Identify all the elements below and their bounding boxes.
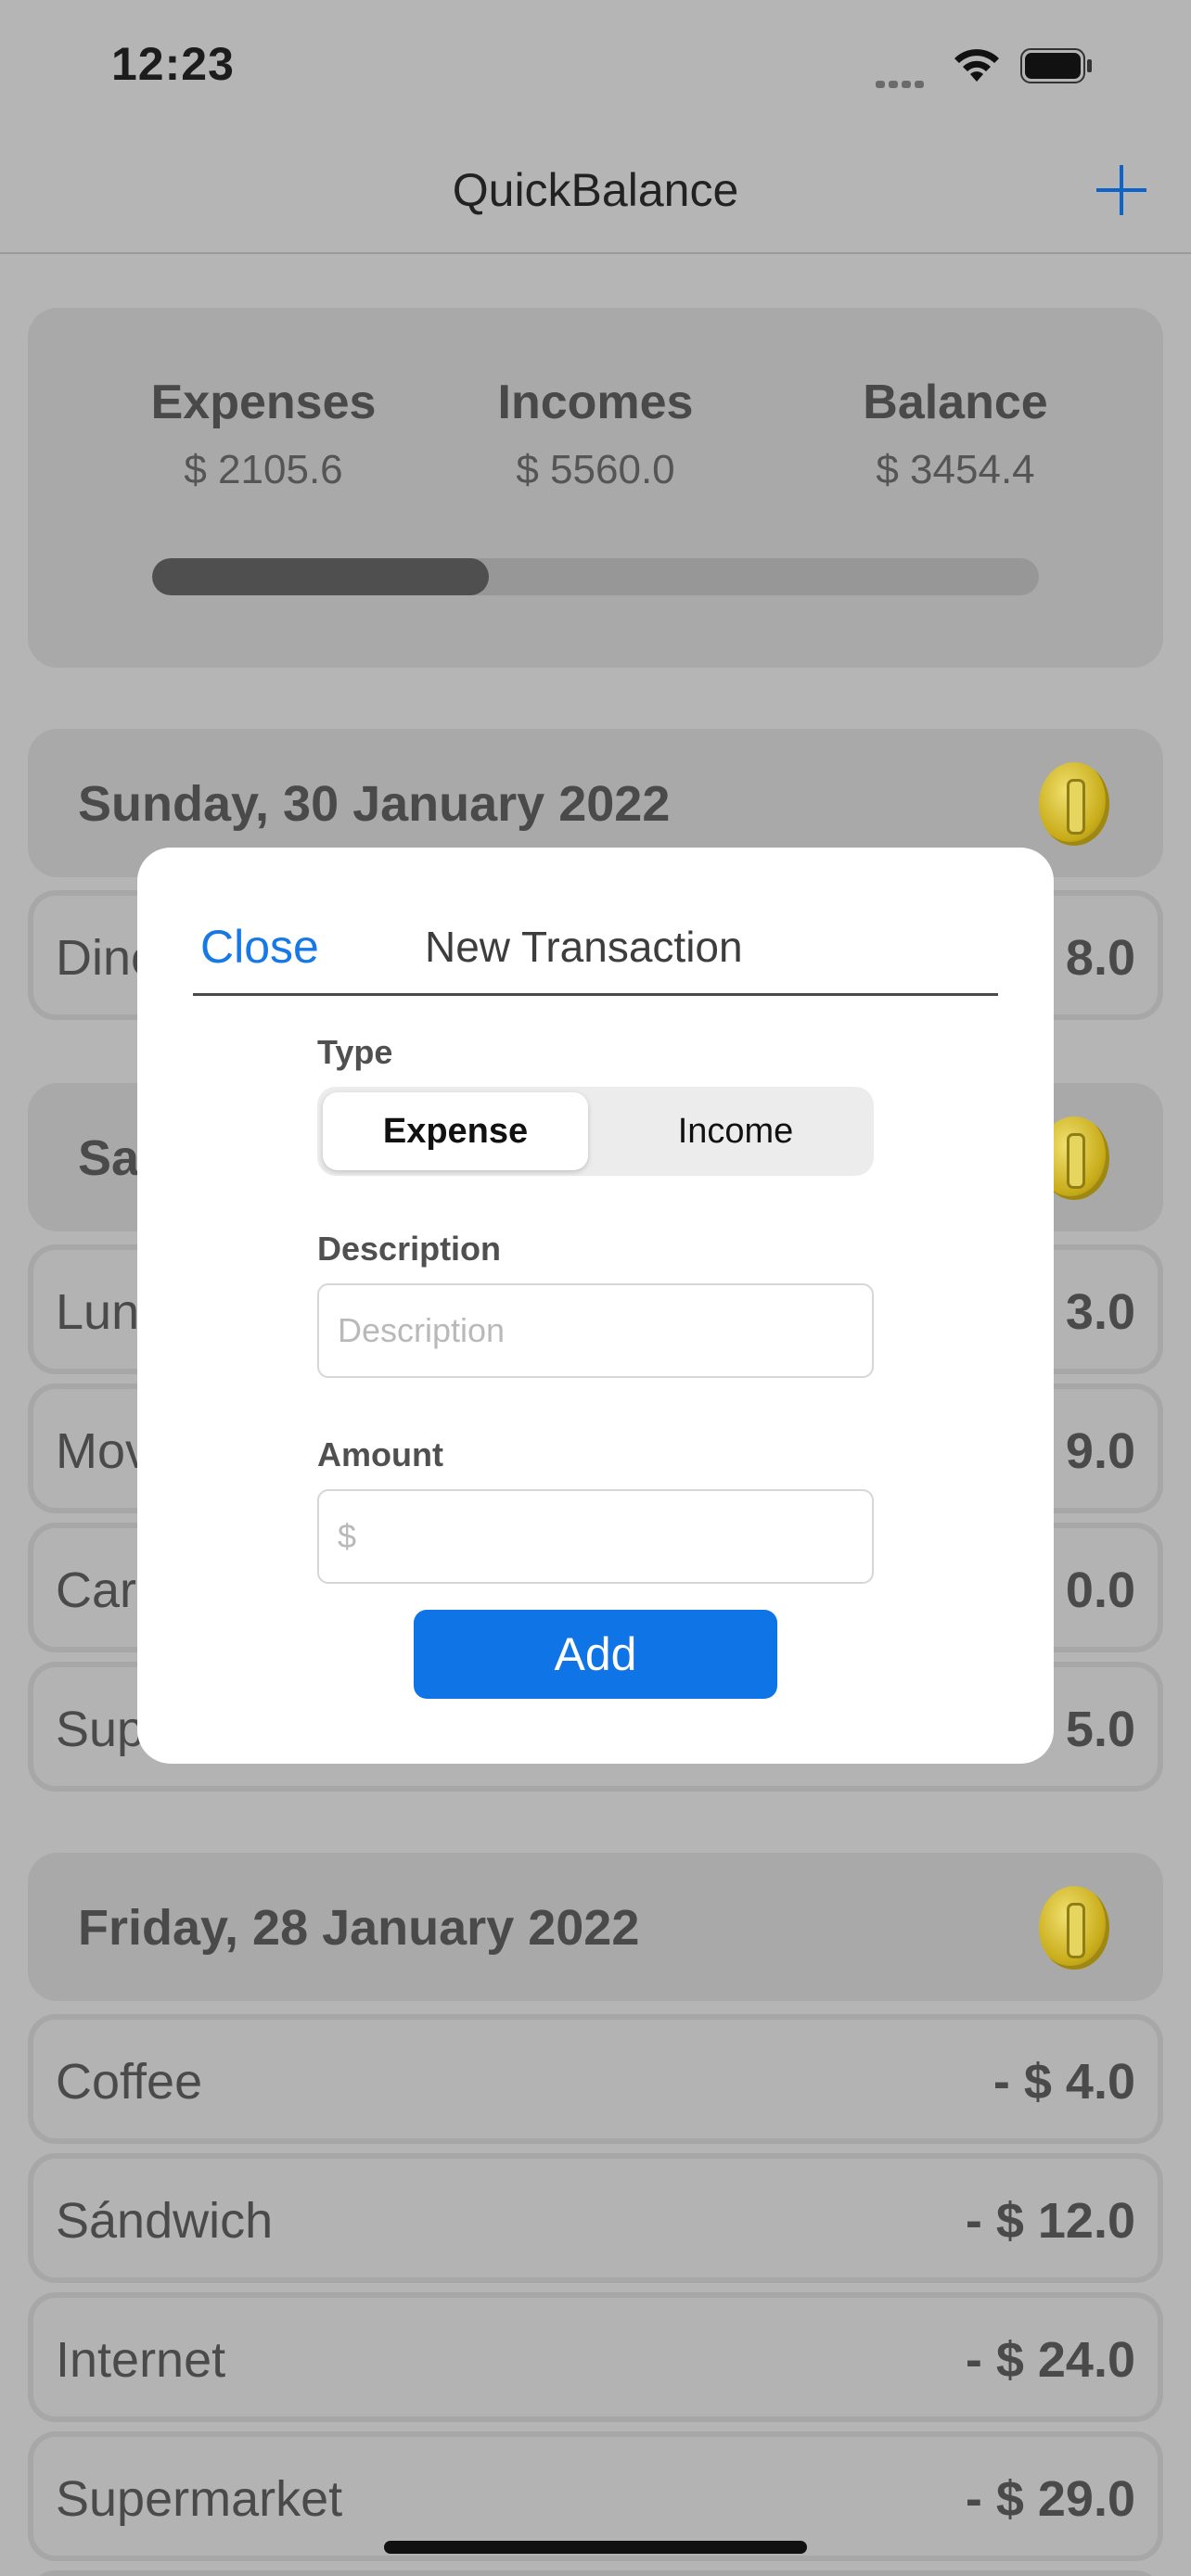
amount-input[interactable] xyxy=(317,1489,874,1584)
transaction-amount: 0.0 xyxy=(1065,1562,1135,1618)
cellular-signal-icon xyxy=(876,76,928,93)
description-label: Description xyxy=(317,1230,502,1268)
expenses-value: $ 2105.6 xyxy=(184,447,343,492)
transaction-row[interactable]: Internet - $ 24.0 xyxy=(28,2292,1163,2422)
incomes-label: Incomes xyxy=(497,376,694,429)
balance-label: Balance xyxy=(863,376,1048,429)
description-input[interactable] xyxy=(317,1283,874,1378)
navigation-bar: QuickBalance xyxy=(0,130,1191,254)
transaction-amount: - $ 24.0 xyxy=(965,2332,1135,2388)
coin-icon xyxy=(1039,1886,1109,1970)
transaction-amount: - $ 12.0 xyxy=(965,2193,1135,2249)
transaction-name: Coffee xyxy=(56,2054,203,2110)
new-transaction-modal: Close New Transaction Type Expense Incom… xyxy=(137,848,1054,1764)
transaction-amount: 5.0 xyxy=(1065,1702,1135,1757)
day-header: Friday, 28 January 2022 xyxy=(28,1853,1163,2001)
expenses-label: Expenses xyxy=(150,376,377,429)
income-segment[interactable]: Income xyxy=(603,1092,868,1170)
add-transaction-plus-icon[interactable] xyxy=(1089,158,1154,223)
balance-value: $ 3454.4 xyxy=(876,447,1035,492)
add-button[interactable]: Add xyxy=(414,1610,777,1699)
transaction-amount: 3.0 xyxy=(1065,1284,1135,1340)
expense-segment[interactable]: Expense xyxy=(323,1092,588,1170)
day-label: Sunday, 30 January 2022 xyxy=(78,776,671,832)
type-label: Type xyxy=(317,1033,393,1071)
home-indicator xyxy=(384,2541,807,2554)
day-label: Sa xyxy=(78,1130,140,1186)
transaction-row[interactable]: Coffee - $ 4.0 xyxy=(28,2014,1163,2144)
transaction-row[interactable] xyxy=(28,2570,1163,2576)
wifi-icon xyxy=(954,49,999,82)
transaction-name: Supermarket xyxy=(56,2471,343,2527)
transaction-amount: - $ 29.0 xyxy=(965,2471,1135,2527)
incomes-value: $ 5560.0 xyxy=(516,447,675,492)
transaction-name: Lun xyxy=(56,1284,140,1340)
coin-icon xyxy=(1039,762,1109,846)
incomes-summary: Incomes $ 5560.0 xyxy=(429,375,762,493)
modal-title: New Transaction xyxy=(425,923,743,971)
transaction-name: Sándwich xyxy=(56,2193,274,2249)
modal-header: Close New Transaction xyxy=(193,903,998,996)
battery-icon xyxy=(1020,48,1092,83)
transaction-name: Car xyxy=(56,1562,137,1618)
transaction-form: Type Expense Income Description Amount xyxy=(317,1033,874,1584)
expenses-summary: Expenses $ 2105.6 xyxy=(96,375,430,493)
page-title: QuickBalance xyxy=(452,164,739,216)
amount-label: Amount xyxy=(317,1435,443,1473)
transaction-amount: 9.0 xyxy=(1065,1423,1135,1479)
transaction-amount: - $ 4.0 xyxy=(992,2054,1135,2110)
status-icons xyxy=(876,45,1117,89)
transaction-name: Sup xyxy=(56,1702,146,1757)
expense-ratio-progress-fill xyxy=(152,558,490,595)
expense-ratio-progress-bar xyxy=(152,558,1039,595)
summary-card: Expenses $ 2105.6 Incomes $ 5560.0 Balan… xyxy=(28,308,1163,668)
balance-summary: Balance $ 3454.4 xyxy=(788,375,1122,493)
close-button[interactable]: Close xyxy=(200,920,319,974)
type-segmented-control[interactable]: Expense Income xyxy=(317,1087,874,1176)
transaction-row[interactable]: Sándwich - $ 12.0 xyxy=(28,2153,1163,2283)
transaction-name: Internet xyxy=(56,2332,226,2388)
status-time: 12:23 xyxy=(111,38,235,90)
day-label: Friday, 28 January 2022 xyxy=(78,1900,640,1956)
status-bar: 12:23 xyxy=(0,0,1191,130)
transaction-amount: 8.0 xyxy=(1065,930,1135,986)
transaction-name: Mov xyxy=(56,1423,151,1479)
